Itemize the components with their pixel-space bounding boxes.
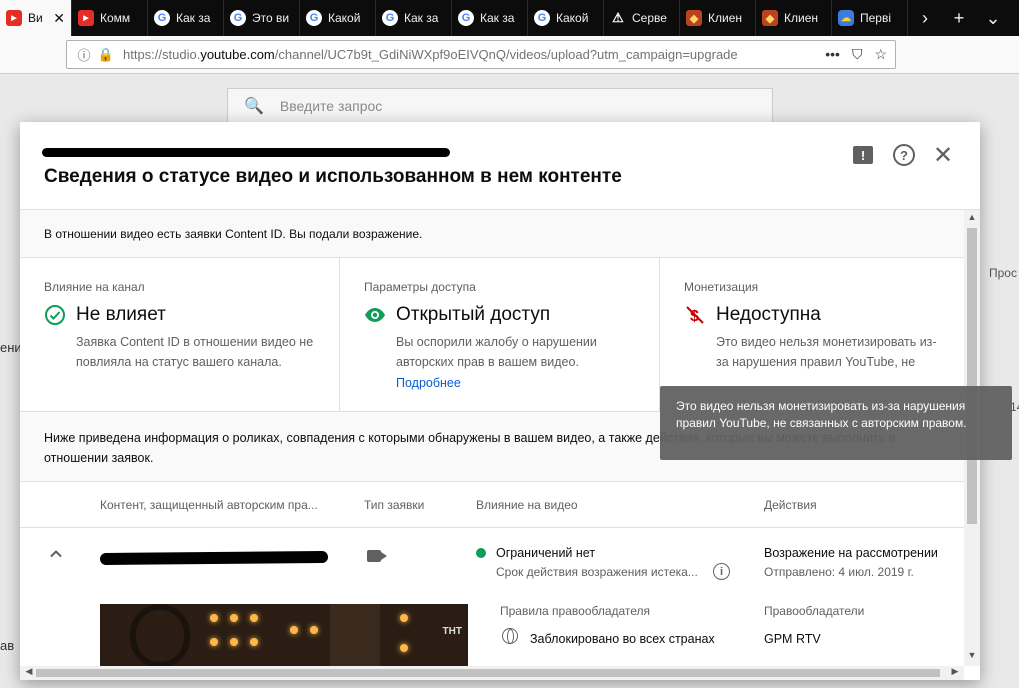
video-camera-icon: [367, 550, 387, 562]
background-fragment: Прос: [989, 266, 1017, 280]
background-fragment: ав: [0, 638, 15, 653]
browser-tab[interactable]: ▶ Ви ✕: [0, 0, 72, 36]
content-thumbnail: ТНТ: [100, 604, 468, 666]
horizontal-scrollbar[interactable]: ◀ ▶: [20, 666, 964, 680]
column-header-claim-type: Тип заявки: [364, 498, 425, 512]
info-icon[interactable]: ⓘ: [75, 45, 93, 64]
chevron-up-icon[interactable]: [48, 546, 68, 566]
browser-tab[interactable]: ⚠ Серве: [604, 0, 680, 36]
tab-close-icon[interactable]: ✕: [53, 10, 65, 27]
url-bar[interactable]: ⓘ 🔒 https://studio.youtube.com/channel/U…: [66, 40, 896, 69]
cloud-icon: ☁: [838, 10, 854, 26]
google-icon: G: [306, 10, 322, 26]
url-text[interactable]: https://studio.youtube.com/channel/UC7b9…: [123, 47, 817, 62]
google-icon: G: [230, 10, 246, 26]
dialog-header: Сведения о статусе видео и использованно…: [20, 122, 980, 210]
scrollbar-thumb[interactable]: [36, 669, 940, 677]
help-icon[interactable]: ?: [893, 144, 915, 166]
browser-tab[interactable]: G Это ви: [224, 0, 300, 36]
search-icon: 🔍: [244, 98, 264, 115]
browser-tab[interactable]: ◆ Клиен: [756, 0, 832, 36]
table-row: Ограничений нет Срок действия возражения…: [20, 528, 964, 666]
table-header: Контент, защищенный авторским пра... Тип…: [20, 482, 964, 528]
check-circle-icon: [44, 304, 66, 326]
tnt-logo: ТНТ: [442, 626, 462, 637]
status-dot: [476, 548, 486, 558]
browser-tab[interactable]: G Какой: [528, 0, 604, 36]
new-tab-icon[interactable]: +: [942, 0, 976, 36]
youtube-icon: ▶: [6, 10, 22, 26]
scroll-down-icon[interactable]: ▼: [964, 650, 980, 664]
browser-tab[interactable]: ◆ Клиен: [680, 0, 756, 36]
browser-tab[interactable]: G Как за: [452, 0, 528, 36]
browser-tab[interactable]: G Как за: [148, 0, 224, 36]
access-card: Параметры доступа Открытый доступ Вы осп…: [340, 258, 660, 411]
background-search-input[interactable]: 🔍 Введите запрос: [227, 88, 773, 124]
eye-icon: [364, 304, 386, 326]
scroll-tabs-right-icon[interactable]: ›: [908, 0, 942, 36]
game-icon: ◆: [686, 10, 702, 26]
browser-tab[interactable]: ▶ Комм: [72, 0, 148, 36]
youtube-icon: ▶: [78, 10, 94, 26]
google-icon: G: [154, 10, 170, 26]
google-icon: G: [382, 10, 398, 26]
browser-nav-bar: ⓘ 🔒 https://studio.youtube.com/channel/U…: [0, 36, 1019, 74]
redacted-video-title: [42, 148, 450, 157]
close-icon[interactable]: ✕: [932, 142, 954, 169]
globe-icon: [502, 628, 518, 644]
column-header-actions: Действия: [764, 498, 817, 512]
scrollbar-thumb[interactable]: [967, 228, 977, 524]
pocket-icon[interactable]: ⛉: [852, 46, 863, 63]
browser-tab-bar: ▶ Ви ✕ ▶ Комм G Как за G Это ви G Какой G Как з…: [0, 0, 1019, 36]
background-fragment: ени: [0, 340, 22, 355]
channel-impact-card: Влияние на канал Не влияет Заявка Conten…: [20, 258, 340, 411]
scroll-right-icon[interactable]: ▶: [948, 666, 962, 677]
lock-icon[interactable]: 🔒: [97, 47, 115, 63]
tab-list-chevron-icon[interactable]: ⌄: [976, 0, 1010, 36]
browser-tab[interactable]: G Какой: [300, 0, 376, 36]
claim-banner: В отношении видео есть заявки Content ID…: [20, 210, 964, 258]
google-icon: G: [534, 10, 550, 26]
dialog-title: Сведения о статусе видео и использованно…: [44, 166, 622, 187]
browser-tab[interactable]: ☁ Перві: [832, 0, 908, 36]
bookmark-star-icon[interactable]: ☆: [874, 46, 887, 63]
monetization-off-icon: $: [684, 304, 706, 326]
scroll-up-icon[interactable]: ▲: [964, 212, 980, 226]
redacted-content-title: [99, 551, 329, 565]
monetization-tooltip: Это видео нельзя монетизировать из-за на…: [660, 386, 1012, 460]
column-header-effect: Влияние на видео: [476, 498, 578, 512]
feedback-icon[interactable]: !: [853, 146, 873, 164]
google-icon: G: [458, 10, 474, 26]
game-icon: ◆: [762, 10, 778, 26]
column-header-content: Контент, защищенный авторским пра...: [100, 498, 318, 512]
scroll-left-icon[interactable]: ◀: [22, 666, 36, 677]
warning-icon: ⚠: [612, 10, 624, 25]
learn-more-link[interactable]: Подробнее: [396, 376, 635, 390]
page-actions-icon[interactable]: •••: [825, 46, 840, 63]
info-icon[interactable]: i: [713, 563, 730, 580]
browser-tab[interactable]: G Как за: [376, 0, 452, 36]
